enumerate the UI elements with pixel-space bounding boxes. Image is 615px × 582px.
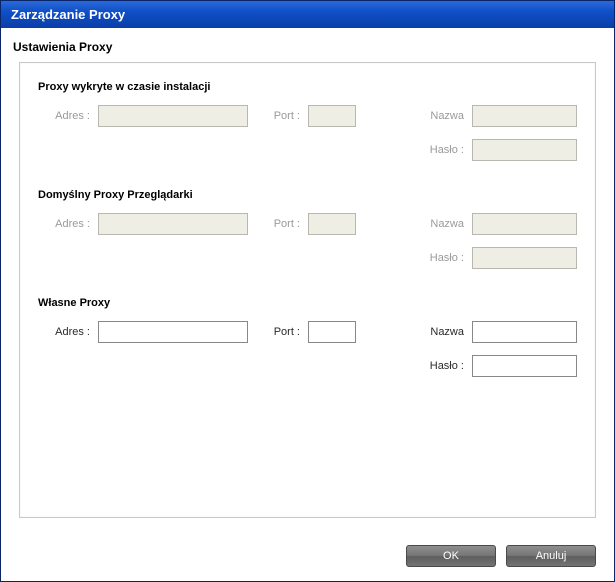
detected-row1: Adres : Port : Nazwa [38, 105, 577, 127]
default-name-input [472, 213, 577, 235]
settings-panel: Proxy wykryte w czasie instalacji Adres … [19, 62, 596, 518]
own-row2: Hasło : [38, 355, 577, 377]
default-addr-label: Adres : [38, 218, 98, 230]
ok-button[interactable]: OK [406, 545, 496, 567]
detected-addr-input [98, 105, 248, 127]
default-port-label: Port : [268, 218, 308, 230]
section-title-default: Domyślny Proxy Przeglądarki [38, 189, 577, 201]
proxy-management-window: Zarządzanie Proxy Ustawienia Proxy Proxy… [0, 0, 615, 582]
default-row1: Adres : Port : Nazwa [38, 213, 577, 235]
panel-wrap: Proxy wykryte w czasie instalacji Adres … [1, 62, 614, 535]
own-pass-input[interactable] [472, 355, 577, 377]
default-pass-label: Hasło : [422, 252, 472, 264]
detected-addr-label: Adres : [38, 110, 98, 122]
detected-row2: Hasło : [38, 139, 577, 161]
default-port-input [308, 213, 356, 235]
own-row1: Adres : Port : Nazwa [38, 321, 577, 343]
own-addr-label: Adres : [38, 326, 98, 338]
default-addr-input [98, 213, 248, 235]
detected-name-input [472, 105, 577, 127]
own-port-input[interactable] [308, 321, 356, 343]
window-titlebar: Zarządzanie Proxy [1, 1, 614, 28]
cancel-button[interactable]: Anuluj [506, 545, 596, 567]
dialog-footer: OK Anuluj [1, 535, 614, 581]
default-name-label: Nazwa [422, 218, 472, 230]
default-pass-input [472, 247, 577, 269]
detected-pass-input [472, 139, 577, 161]
detected-port-input [308, 105, 356, 127]
page-subheader: Ustawienia Proxy [1, 28, 614, 62]
section-title-own: Własne Proxy [38, 297, 577, 309]
default-row2: Hasło : [38, 247, 577, 269]
section-title-detected: Proxy wykryte w czasie instalacji [38, 81, 577, 93]
own-pass-label: Hasło : [422, 360, 472, 372]
detected-port-label: Port : [268, 110, 308, 122]
own-name-input[interactable] [472, 321, 577, 343]
detected-name-label: Nazwa [422, 110, 472, 122]
own-addr-input[interactable] [98, 321, 248, 343]
own-name-label: Nazwa [422, 326, 472, 338]
detected-pass-label: Hasło : [422, 144, 472, 156]
own-port-label: Port : [268, 326, 308, 338]
window-title: Zarządzanie Proxy [11, 7, 125, 22]
